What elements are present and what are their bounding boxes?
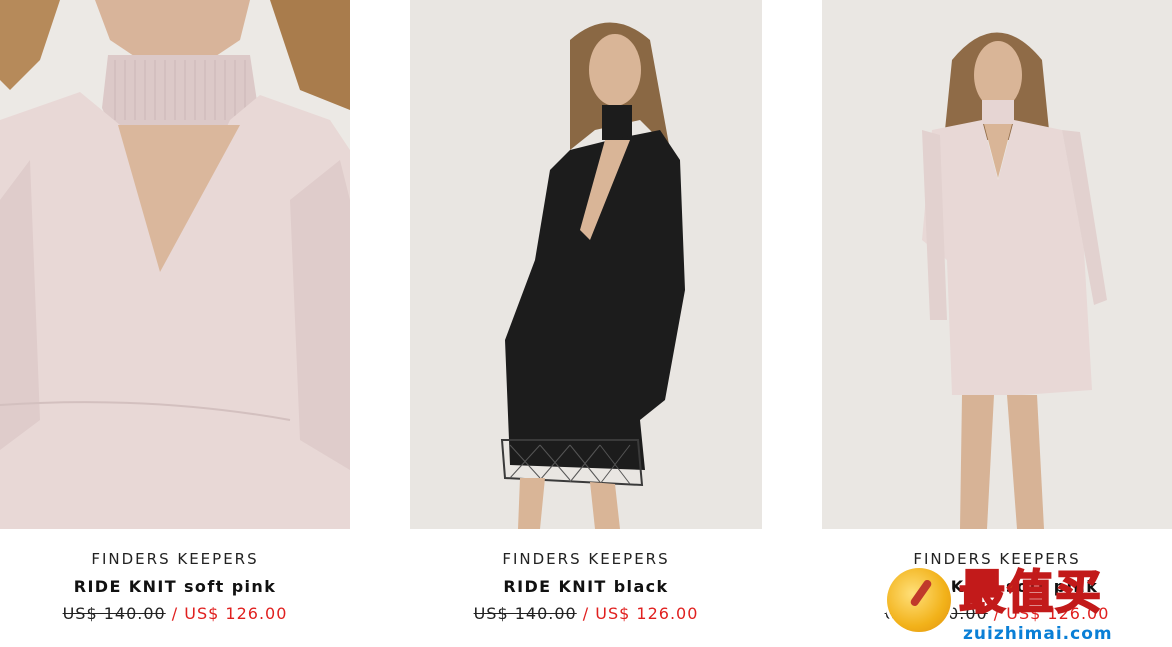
price-separator: / bbox=[576, 604, 596, 623]
product-brand[interactable]: FINDERS KEEPERS bbox=[410, 549, 762, 569]
product-price: US$ 140.00 / US$ 126.00 bbox=[410, 604, 762, 624]
product-info: FINDERS KEEPERS RIDE KNIT black US$ 140.… bbox=[410, 529, 762, 624]
watermark-domain: zuizhimai.com bbox=[963, 624, 1113, 644]
watermark-title: 最值买 bbox=[958, 564, 1103, 620]
product-name[interactable]: RIDE KNIT black bbox=[410, 577, 762, 597]
sale-price: US$ 126.00 bbox=[595, 604, 699, 623]
sale-price: US$ 126.00 bbox=[184, 604, 288, 623]
product-name[interactable]: RIDE KNIT soft pink bbox=[0, 577, 350, 597]
product-photo-soft-pink-full bbox=[822, 0, 1172, 529]
product-card[interactable]: FINDERS KEEPERS RIDE KNIT black US$ 140.… bbox=[410, 0, 762, 624]
original-price: US$ 140.00 bbox=[473, 604, 577, 623]
coin-mascot-icon bbox=[887, 568, 951, 632]
product-grid: FINDERS KEEPERS RIDE KNIT soft pink US$ … bbox=[0, 0, 1172, 647]
product-photo-soft-pink-closeup bbox=[0, 0, 350, 529]
watermark-logo: 最值买 zuizhimai.com bbox=[883, 562, 1172, 647]
product-image[interactable] bbox=[822, 0, 1172, 529]
product-brand[interactable]: FINDERS KEEPERS bbox=[0, 549, 350, 569]
product-image[interactable] bbox=[410, 0, 762, 529]
product-card[interactable]: FINDERS KEEPERS RIDE KNIT soft pink US$ … bbox=[0, 0, 350, 624]
original-price: US$ 140.00 bbox=[62, 604, 166, 623]
product-info: FINDERS KEEPERS RIDE KNIT soft pink US$ … bbox=[0, 529, 350, 624]
product-photo-black bbox=[410, 0, 762, 529]
product-card[interactable]: FINDERS KEEPERS RIDE KNIT soft pink US$ … bbox=[822, 0, 1172, 624]
price-separator: / bbox=[165, 604, 185, 623]
product-image[interactable] bbox=[0, 0, 350, 529]
product-price: US$ 140.00 / US$ 126.00 bbox=[0, 604, 350, 624]
